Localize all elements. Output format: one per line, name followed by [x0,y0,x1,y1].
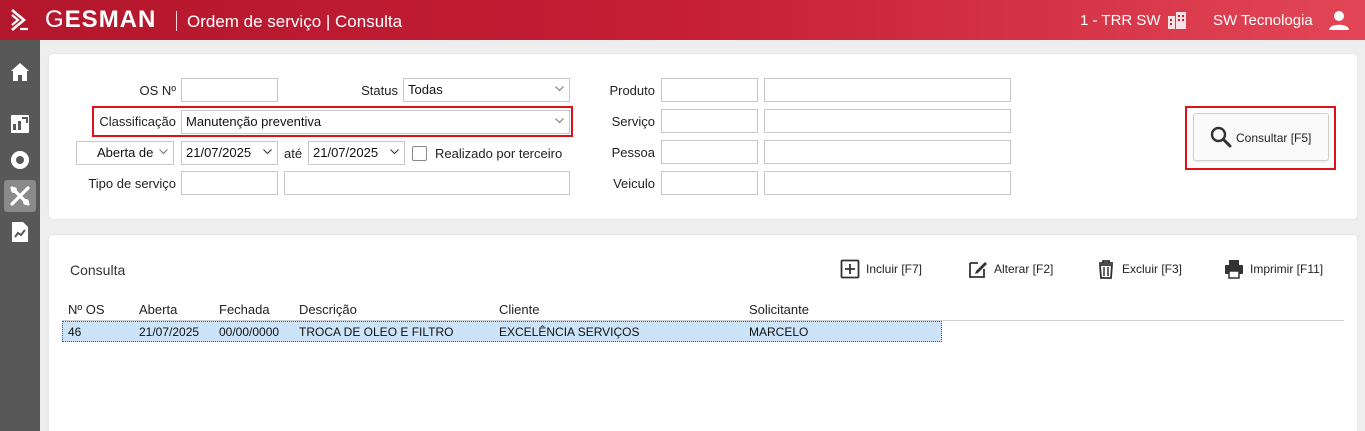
settings-icon [11,151,29,169]
company-selector[interactable]: 1 - TRR SW [1080,12,1161,30]
cell-aberta: 21/07/2025 [139,325,200,339]
home-icon [11,63,29,81]
add-icon [840,259,860,279]
excluir-label: Excluir [F3] [1122,262,1183,276]
results-title: Consulta [70,262,126,278]
veiculo-code-input[interactable] [661,171,758,195]
cell-fechada: 00/00/0000 [219,325,280,339]
sidebar-item-home[interactable] [4,56,36,88]
title-separator [176,11,177,31]
tools-icon [10,186,30,206]
sidebar-item-dashboard[interactable] [4,108,36,140]
column-header-solicitante[interactable]: Solicitante [749,302,809,317]
classificacao-highlight [92,106,573,137]
sidebar [0,40,40,431]
chevron-down-icon [390,149,399,155]
date-from-input[interactable]: 21/07/2025 [181,141,278,165]
chevron-down-icon [159,149,168,155]
chevron-down-icon [263,149,272,155]
sidebar-item-reports[interactable] [4,216,36,248]
produto-desc-input[interactable] [764,78,1011,102]
realizado-checkbox[interactable] [412,146,427,161]
tipo-servico-label: Tipo de serviço [88,176,176,191]
alterar-label: Alterar [F2] [994,262,1054,276]
date-from-value: 21/07/2025 [186,145,252,160]
pessoa-desc-input[interactable] [764,140,1011,164]
cell-numero-os: 46 [68,325,82,339]
imprimir-button[interactable]: Imprimir [F11] [1224,258,1323,280]
column-header-fechada[interactable]: Fechada [219,302,270,317]
printer-icon [1225,260,1243,279]
consultar-highlight [1185,106,1336,170]
user-icon[interactable] [1328,10,1350,30]
report-icon [12,222,28,242]
ate-label: até [284,146,303,161]
logo-icon [11,9,28,31]
tipo-servico-desc-input[interactable] [284,171,570,195]
incluir-button[interactable]: Incluir [F7] [840,258,922,280]
chevron-down-icon [555,86,564,92]
servico-desc-input[interactable] [764,109,1011,133]
trash-icon [1099,260,1113,279]
dashboard-icon [11,115,29,133]
excluir-button[interactable]: Excluir [F3] [1096,258,1182,280]
produto-label: Produto [609,83,655,98]
servico-code-input[interactable] [661,109,758,133]
cell-solicitante: MARCELO [749,325,809,339]
page-title: Ordem de serviço | Consulta [187,12,403,31]
edit-icon [969,262,987,278]
cell-descricao: TROCA DE OLEO E FILTRO [299,325,454,339]
produto-code-input[interactable] [661,78,758,102]
date-mode-value: Aberta de [97,145,154,160]
column-header-numero-os[interactable]: Nº OS [68,302,105,317]
sidebar-item-tools[interactable] [4,180,36,212]
brand-name: GESMAN [45,6,157,33]
column-header-aberta[interactable]: Aberta [139,302,177,317]
imprimir-label: Imprimir [F11] [1250,262,1324,276]
column-header-descricao[interactable]: Descrição [299,302,357,317]
tipo-servico-code-input[interactable] [181,171,278,195]
alterar-button[interactable]: Alterar [F2] [968,258,1053,280]
column-header-cliente[interactable]: Cliente [499,302,539,317]
os-number-label: OS Nº [139,83,176,98]
realizado-label: Realizado por terceiro [435,146,563,161]
date-to-input[interactable]: 21/07/2025 [308,141,405,165]
user-name[interactable]: SW Tecnologia [1213,12,1313,30]
pessoa-code-input[interactable] [661,140,758,164]
pessoa-label: Pessoa [611,145,655,160]
date-to-value: 21/07/2025 [313,145,379,160]
os-number-input[interactable] [181,78,278,102]
status-value: Todas [408,82,443,97]
cell-cliente: EXCELÊNCIA SERVIÇOS [499,325,640,339]
top-bar: GESMAN Ordem de serviço | Consulta 1 - T… [0,0,1365,40]
status-select[interactable]: Todas [403,78,570,102]
status-label: Status [361,83,398,98]
incluir-label: Incluir [F7] [866,262,923,276]
servico-label: Serviço [611,114,655,129]
veiculo-label: Veiculo [613,176,655,191]
sidebar-item-settings[interactable] [4,144,36,176]
building-icon[interactable] [1167,10,1187,30]
date-mode-select[interactable]: Aberta de [76,141,174,165]
veiculo-desc-input[interactable] [764,171,1011,195]
